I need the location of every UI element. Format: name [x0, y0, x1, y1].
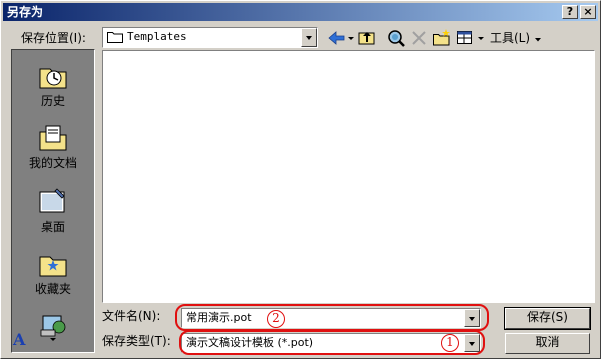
places-item-history[interactable]: 历史	[12, 60, 94, 108]
places-label-history: 历史	[40, 94, 65, 108]
up-folder-icon	[358, 32, 375, 45]
tools-menu-button[interactable]: 工具(L)	[490, 30, 541, 50]
save-button[interactable]: 保存(S)	[504, 307, 591, 330]
callout-filename	[175, 304, 489, 331]
filetype-label: 保存类型(T):	[102, 334, 171, 348]
places-label-favorites: 收藏夹	[34, 282, 71, 296]
svg-text:A: A	[12, 330, 26, 348]
delete-x-icon	[412, 31, 426, 45]
places-item-desktop[interactable]: 桌面	[12, 186, 94, 234]
location-dropdown-button[interactable]	[301, 28, 317, 47]
favorites-icon	[39, 256, 67, 277]
places-label-my-documents: 我的文档	[28, 156, 77, 170]
places-bar: 历史 我的文档 桌面 收藏夹 A	[11, 49, 95, 353]
cancel-button[interactable]: 取消	[505, 333, 590, 354]
letter-a-icon: A	[12, 330, 26, 348]
help-button[interactable]: ?	[562, 5, 578, 19]
new-folder-button[interactable]	[432, 28, 452, 48]
search-globe-icon	[388, 30, 405, 47]
window-title: 另存为	[7, 5, 44, 19]
desktop-icon	[39, 188, 65, 213]
search-web-button[interactable]	[386, 28, 406, 48]
places-label-desktop: 桌面	[40, 220, 65, 234]
title-bar: 另存为 ? ×	[3, 3, 598, 21]
new-folder-icon	[433, 29, 450, 46]
location-label: 保存位置(I):	[21, 31, 86, 45]
up-one-level-button[interactable]	[357, 28, 377, 48]
folder-icon	[107, 32, 123, 43]
close-button[interactable]: ×	[580, 5, 596, 19]
location-combobox[interactable]: Templates	[102, 27, 318, 48]
location-value: Templates	[127, 30, 187, 43]
history-icon	[39, 68, 67, 89]
marker-2: 2	[267, 310, 285, 328]
places-item-favorites[interactable]: 收藏夹	[12, 248, 94, 296]
marker-1: 1	[441, 334, 459, 352]
views-grid-icon	[457, 31, 484, 44]
web-folders-icon	[40, 315, 66, 341]
back-button[interactable]	[327, 28, 355, 48]
places-item-my-documents[interactable]: 我的文档	[12, 122, 94, 170]
back-arrow-icon	[328, 31, 354, 45]
callout-filetype	[179, 330, 485, 355]
my-documents-icon	[39, 125, 67, 151]
chevron-down-icon	[535, 38, 541, 42]
file-list[interactable]	[102, 50, 595, 303]
delete-button[interactable]	[409, 28, 429, 48]
filename-label: 文件名(N):	[102, 309, 161, 323]
save-as-dialog: 另存为 ? × 保存位置(I): Templates 工具(L) 历史 我的文档…	[0, 0, 601, 359]
views-button[interactable]	[456, 28, 486, 48]
tools-menu-label: 工具(L)	[490, 31, 531, 45]
